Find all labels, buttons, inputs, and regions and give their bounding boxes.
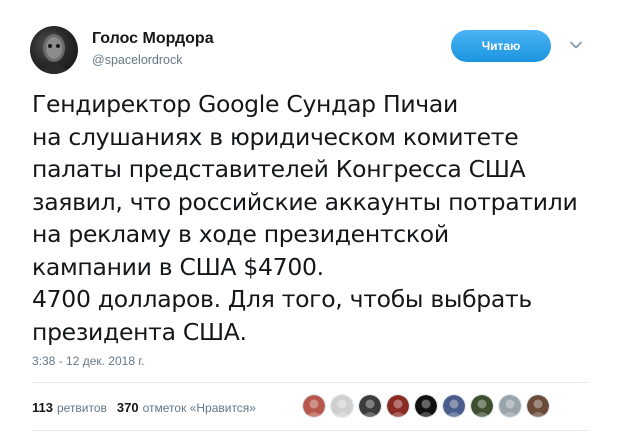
tweet-stats: 113 ретвитов 370 отметок «Нравится» [32, 400, 266, 415]
divider [32, 382, 588, 383]
liker-avatars [302, 394, 554, 418]
tweet-text-line: 4700 долларов. Для того, чтобы выбрать [32, 285, 532, 313]
author-avatar[interactable] [30, 26, 78, 74]
avatar-icon [331, 395, 353, 417]
tweet-text-line: заявил, что российские аккаунты потратил… [32, 187, 578, 216]
divider [32, 430, 588, 431]
chevron-down-icon[interactable] [569, 38, 583, 52]
tweet-text-line: на слушаниях в юридическом комитете [32, 122, 519, 151]
avatar-face-icon [36, 34, 72, 74]
likes-label: отметок «Нравится» [142, 400, 256, 415]
liker-avatar-4[interactable] [386, 394, 410, 418]
tweet-text-line: президента США. [32, 317, 247, 346]
follow-button[interactable]: Читаю [451, 30, 551, 62]
liker-avatar-5[interactable] [414, 394, 438, 418]
liker-avatar-7[interactable] [470, 394, 494, 418]
avatar-icon [527, 395, 549, 417]
tweet-timestamp[interactable]: 3:38 - 12 дек. 2018 г. [32, 354, 145, 368]
retweets-count: 113 [32, 400, 53, 415]
avatar-icon [443, 395, 465, 417]
likes-count: 370 [116, 400, 139, 415]
avatar-icon [415, 395, 437, 417]
liker-avatar-9[interactable] [526, 394, 550, 418]
avatar-icon [303, 395, 325, 417]
avatar-icon [499, 395, 521, 417]
avatar-icon [471, 395, 493, 417]
avatar-icon [387, 395, 409, 417]
liker-avatar-8[interactable] [498, 394, 522, 418]
tweet-text: Гендиректор Google Сундар Пичаи на слуша… [32, 88, 607, 348]
tweet-text-line: кампании в США $4700. [32, 252, 324, 281]
liker-avatar-2[interactable] [330, 394, 354, 418]
retweets-label: ретвитов [56, 400, 107, 415]
likes-stat[interactable]: 370 отметок «Нравится» [117, 400, 256, 415]
author-display-name[interactable]: Голос Мордора [92, 30, 214, 48]
liker-avatar-1[interactable] [302, 394, 326, 418]
author-handle[interactable]: @spacelordrock [92, 53, 183, 67]
tweet-text-line: на рекламу в ходе президентской [32, 220, 449, 248]
liker-avatar-3[interactable] [358, 394, 382, 418]
tweet-text-line: палаты представителей Конгресса США [32, 155, 526, 183]
tweet-text-line: Гендиректор Google Сундар Пичаи [32, 90, 458, 118]
retweets-stat[interactable]: 113 ретвитов [32, 400, 107, 415]
liker-avatar-6[interactable] [442, 394, 466, 418]
avatar-icon [359, 395, 381, 417]
